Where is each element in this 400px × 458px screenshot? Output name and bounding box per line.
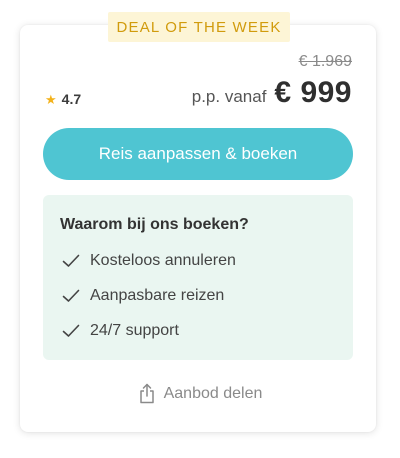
book-button[interactable]: Reis aanpassen & boeken (43, 128, 353, 180)
share-icon (139, 383, 154, 404)
price-prefix: p.p. vanaf (191, 87, 267, 106)
benefit-item: 24/7 support (62, 322, 179, 340)
share-button[interactable]: Aanbod delen (0, 383, 400, 404)
rating: ★ 4.7 (45, 91, 81, 107)
price-row: p.p. vanaf € 999 (192, 76, 352, 110)
benefit-label: Kosteloos annuleren (90, 252, 236, 269)
current-price: € 999 (274, 76, 352, 109)
old-price: € 1.969 (298, 53, 352, 70)
benefit-item: Kosteloos annuleren (62, 252, 236, 270)
star-icon: ★ (45, 91, 57, 107)
deal-badge: DEAL OF THE WEEK (108, 12, 290, 42)
checkmark-icon (62, 289, 80, 302)
deal-badge-label: DEAL OF THE WEEK (116, 18, 282, 36)
benefit-label: 24/7 support (90, 322, 179, 339)
share-label: Aanbod delen (163, 384, 263, 402)
benefit-label: Aanpasbare reizen (90, 287, 225, 304)
why-book-title: Waarom bij ons boeken? (60, 216, 249, 233)
checkmark-icon (62, 254, 80, 267)
benefit-item: Aanpasbare reizen (62, 287, 224, 305)
checkmark-icon (62, 324, 80, 337)
why-book-box: Waarom bij ons boeken? Kosteloos annuler… (43, 195, 353, 360)
rating-value: 4.7 (61, 91, 82, 107)
